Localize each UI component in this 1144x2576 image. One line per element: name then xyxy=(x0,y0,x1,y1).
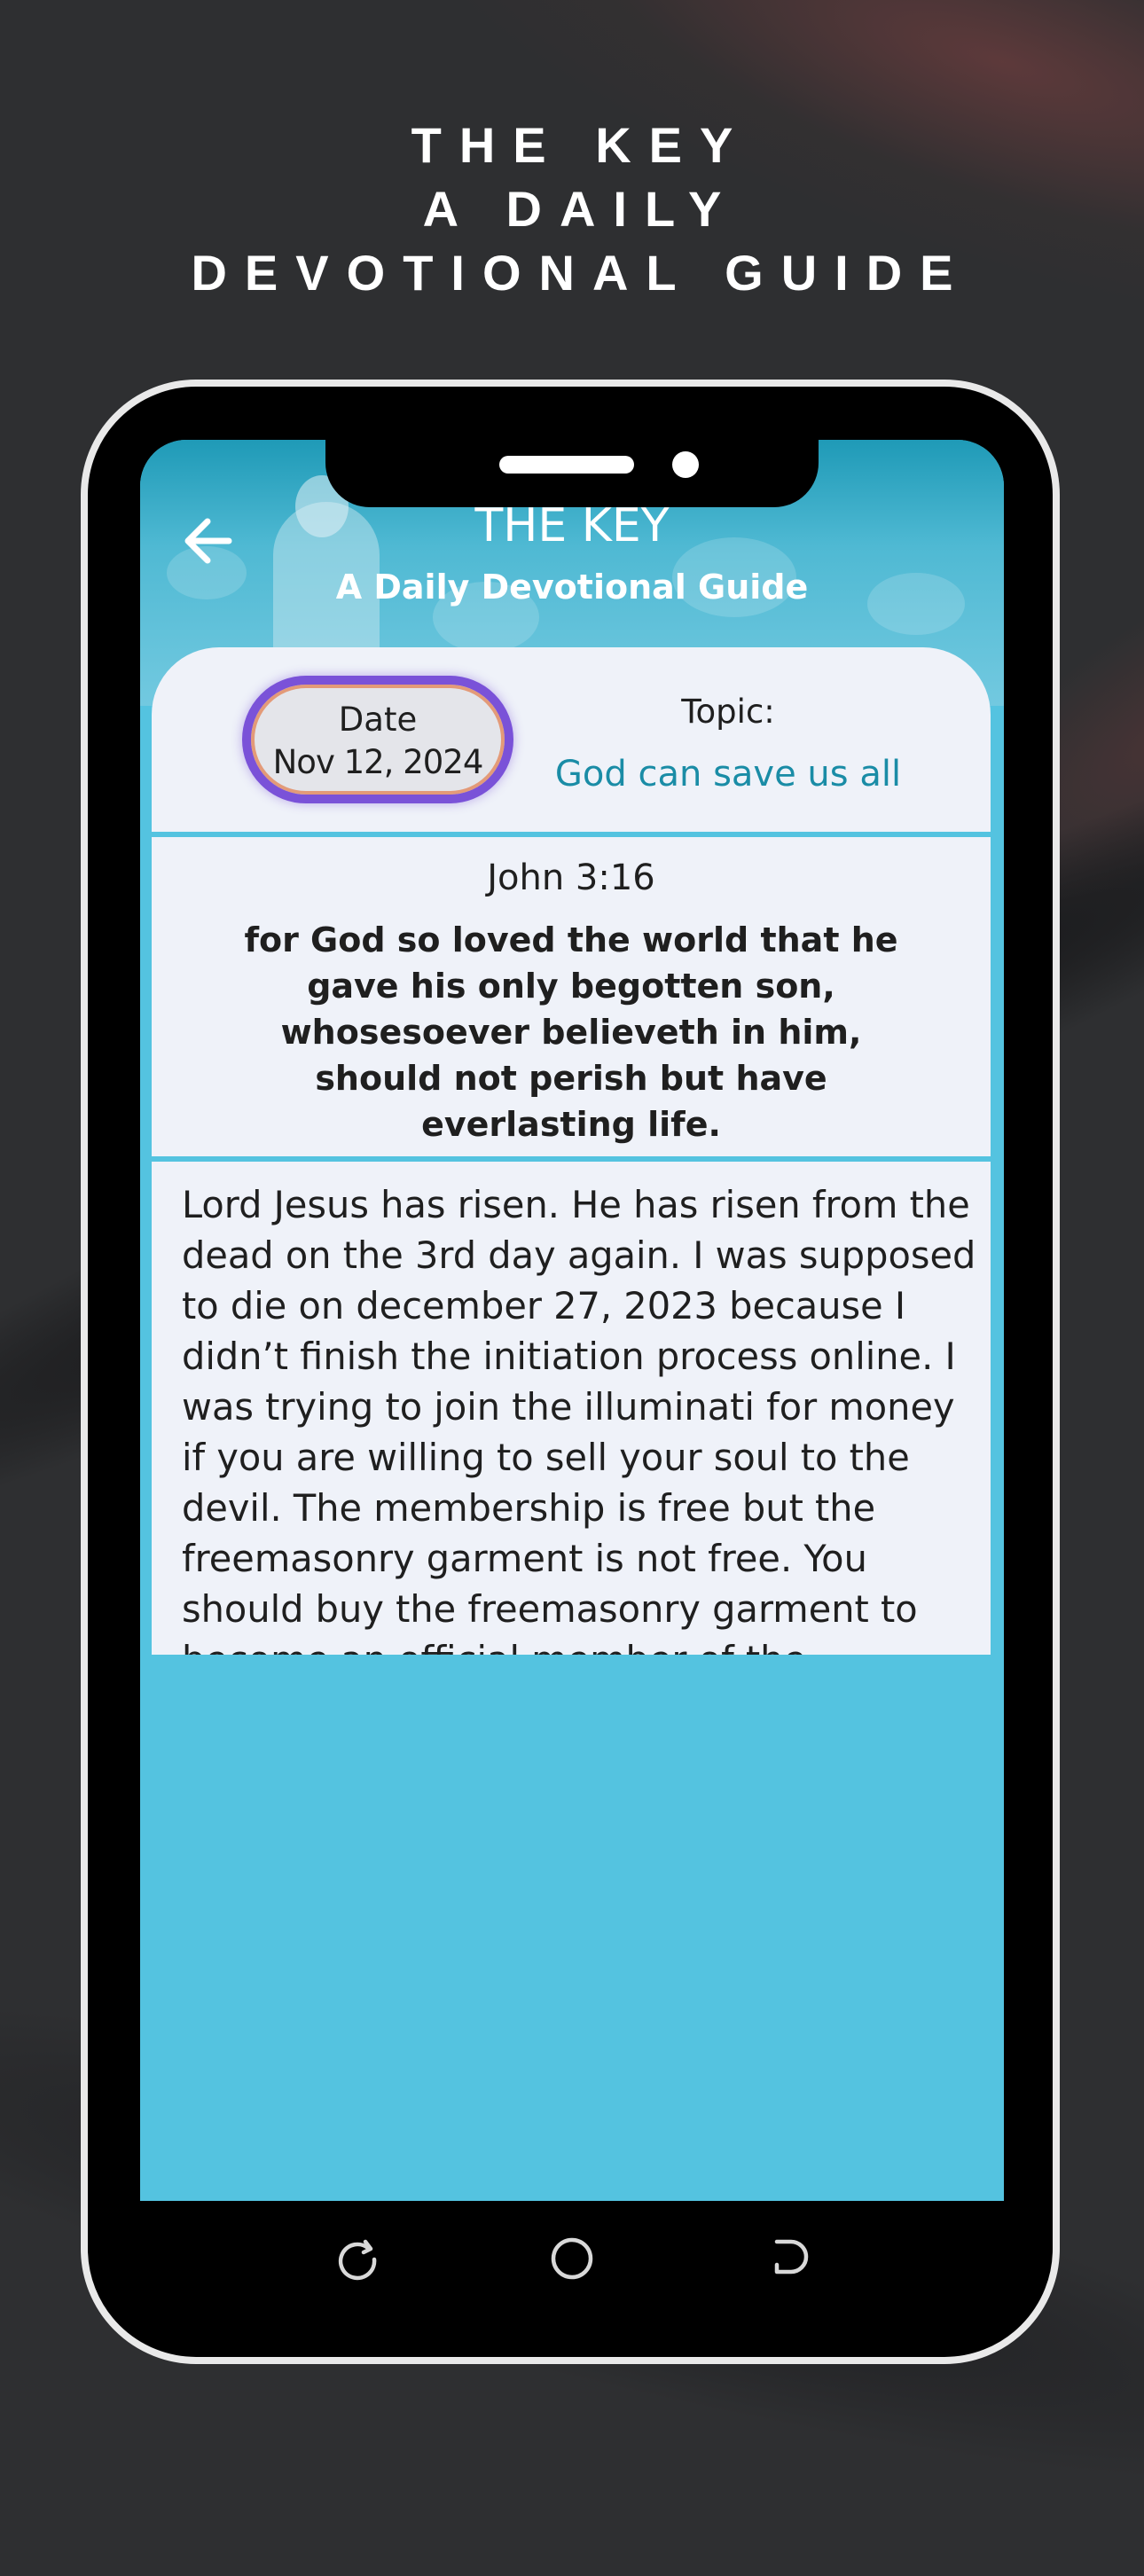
headline-line-2: A DAILY xyxy=(422,181,740,237)
back-nav-button[interactable] xyxy=(757,2229,816,2288)
verse-text: for God so loved the world that he gave … xyxy=(244,920,898,1144)
recent-apps-icon xyxy=(338,2239,377,2281)
system-nav-bar xyxy=(140,2201,1004,2316)
date-topic-card: Date Nov 12, 2024 Topic: God can save us… xyxy=(152,647,991,832)
verse-reference: John 3:16 xyxy=(487,857,655,898)
devotional-body: Lord Jesus has risen. He has risen from … xyxy=(182,1183,976,1655)
back-nav-icon xyxy=(774,2239,809,2275)
date-value: Nov 12, 2024 xyxy=(272,743,484,781)
headline-line-3: DEVOTIONAL GUIDE xyxy=(191,245,971,301)
date-badge: Date Nov 12, 2024 xyxy=(242,676,513,803)
home-button[interactable] xyxy=(543,2229,601,2288)
page-subtitle: A Daily Devotional Guide xyxy=(335,568,809,607)
promo-headline: THE KEY A DAILY DEVOTIONAL GUIDE xyxy=(0,114,1144,305)
topic-value: God can save us all xyxy=(554,754,902,795)
headline-line-1: THE KEY xyxy=(411,117,751,173)
topic-label: Topic: xyxy=(681,693,775,731)
phone-speaker xyxy=(499,456,634,474)
verse-card: John 3:16 for God so loved the world tha… xyxy=(152,837,991,1156)
date-label: Date xyxy=(338,701,418,739)
home-circle-icon xyxy=(551,2237,593,2280)
devotional-card[interactable]: Lord Jesus has risen. He has risen from … xyxy=(152,1162,991,1655)
app-screen: THE KEY A Daily Devotional Guide Date No… xyxy=(140,440,1004,2201)
recent-apps-button[interactable] xyxy=(328,2229,387,2288)
phone-camera xyxy=(672,451,699,478)
